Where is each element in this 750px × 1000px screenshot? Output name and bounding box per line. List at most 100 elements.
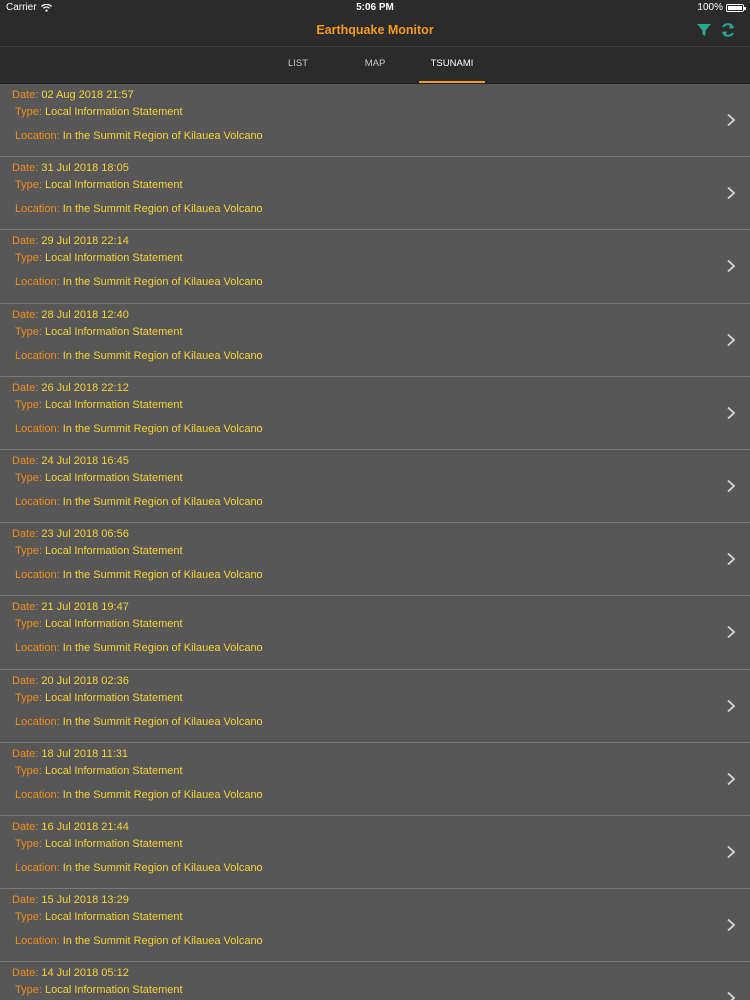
list-item[interactable]: Date: 18 Jul 2018 11:31 Type: Local Infor… — [0, 742, 750, 816]
list-item[interactable]: Date: 26 Jul 2018 22:12 Type: Local Infor… — [0, 376, 750, 450]
type-value: Local Information Statement — [44, 837, 183, 850]
date-value: 18 Jul 2018 11:31 — [41, 747, 129, 760]
location-value: In the Summit Region of Kilauea Volcano — [62, 203, 263, 216]
date-value: 21 Jul 2018 19:47 — [41, 601, 129, 614]
location-label: Location: — [15, 130, 60, 142]
item-date: Date: 24 Jul 2018 16:45 — [12, 455, 129, 467]
location-value: In the Summit Region of Kilauea Volcano — [62, 788, 263, 801]
list-item[interactable]: Date: 21 Jul 2018 19:47 Type: Local Infor… — [0, 596, 750, 670]
chevron-right-icon — [727, 333, 736, 346]
item-date: Date: 23 Jul 2018 06:56 — [12, 528, 129, 540]
type-label: Type: — [15, 252, 42, 265]
tsunami-list[interactable]: Date: 02 Aug 2018 21:57 Type: Local Infor… — [0, 84, 750, 1000]
location-label: Location: — [15, 276, 60, 289]
battery-icon — [726, 3, 746, 12]
item-date: Date: 26 Jul 2018 22:12 — [12, 382, 129, 394]
battery-info: 100% — [697, 2, 746, 13]
location-label: Location: — [15, 935, 60, 948]
chevron-right-icon — [727, 918, 736, 932]
tab-tsunami[interactable]: TSUNAMI — [419, 47, 485, 83]
chevron-right-icon — [727, 552, 736, 566]
type-label: Type: — [15, 545, 42, 558]
list-item[interactable]: Date: 28 Jul 2018 12:40 Type: Local Infor… — [0, 303, 750, 377]
item-type: Type: Local Information Statement — [15, 765, 183, 777]
list-item[interactable]: Date: 14 Jul 2018 05:12 Type: Local Infor… — [0, 962, 750, 1000]
date-value: 29 Jul 2018 22:14 — [41, 235, 129, 248]
location-value: In the Summit Region of Kilauea Volcano — [62, 130, 263, 142]
type-value: Local Information Statement — [44, 179, 183, 192]
type-value: Local Information Statement — [44, 545, 183, 558]
date-label: Date: — [12, 308, 39, 321]
nav-bar: Earthquake Monitor — [0, 16, 750, 47]
item-location: Location: In the Summit Region of Kilaue… — [15, 276, 263, 288]
chevron-right-icon — [727, 260, 736, 273]
date-label: Date: — [12, 747, 39, 760]
location-label: Location: — [15, 495, 60, 508]
refresh-icon[interactable] — [720, 22, 736, 38]
type-label: Type: — [15, 179, 42, 192]
item-date: Date: 29 Jul 2018 22:14 — [12, 235, 129, 247]
item-type: Type: Local Information Statement — [15, 252, 183, 264]
location-value: In the Summit Region of Kilauea Volcano — [62, 715, 263, 728]
list-item[interactable]: Date: 02 Aug 2018 21:57 Type: Local Infor… — [0, 84, 750, 158]
tab-map[interactable]: MAP — [342, 47, 408, 83]
location-label: Location: — [15, 349, 60, 362]
location-value: In the Summit Region of Kilauea Volcano — [62, 861, 263, 874]
date-value: 24 Jul 2018 16:45 — [41, 454, 129, 467]
tab-list[interactable]: LIST — [265, 47, 331, 83]
type-value: Local Information Statement — [44, 618, 183, 631]
location-value: In the Summit Region of Kilauea Volcano — [62, 642, 263, 655]
item-type: Type: Local Information Statement — [15, 838, 183, 850]
item-location: Location: In the Summit Region of Kilaue… — [15, 423, 263, 435]
list-item[interactable]: Date: 24 Jul 2018 16:45 Type: Local Infor… — [0, 449, 750, 524]
item-type: Type: Local Information Statement — [15, 692, 183, 704]
type-label: Type: — [15, 911, 42, 924]
date-label: Date: — [12, 454, 39, 467]
item-date: Date: 15 Jul 2018 13:29 — [12, 894, 129, 906]
item-date: Date: 14 Jul 2018 05:12 — [12, 967, 129, 979]
chevron-right-icon — [727, 406, 736, 419]
list-item[interactable]: Date: 15 Jul 2018 13:29 Type: Local Infor… — [0, 889, 750, 963]
item-date: Date: 28 Jul 2018 12:40 — [12, 309, 129, 321]
type-value: Local Information Statement — [44, 106, 183, 118]
date-value: 26 Jul 2018 22:12 — [41, 381, 129, 394]
list-item[interactable]: Date: 31 Jul 2018 18:05 Type: Local Infor… — [0, 157, 750, 231]
page-title: Earthquake Monitor — [316, 23, 434, 37]
date-label: Date: — [12, 162, 39, 175]
item-location: Location: In the Summit Region of Kilaue… — [15, 862, 263, 874]
location-label: Location: — [15, 715, 60, 728]
item-type: Type: Local Information Statement — [15, 472, 183, 484]
type-label: Type: — [15, 618, 42, 631]
date-label: Date: — [12, 89, 39, 101]
item-date: Date: 18 Jul 2018 11:31 — [12, 748, 128, 760]
list-item[interactable]: Date: 23 Jul 2018 06:56 Type: Local Infor… — [0, 523, 750, 597]
location-value: In the Summit Region of Kilauea Volcano — [62, 935, 263, 948]
item-location: Location: In the Summit Region of Kilaue… — [15, 350, 263, 362]
location-label: Location: — [15, 569, 60, 582]
status-time: 5:06 PM — [356, 2, 394, 13]
chevron-right-icon — [727, 479, 736, 493]
chevron-right-icon — [727, 187, 736, 200]
filter-icon[interactable] — [696, 22, 712, 38]
type-value: Local Information Statement — [44, 252, 183, 265]
type-label: Type: — [15, 691, 42, 704]
date-label: Date: — [12, 528, 39, 541]
chevron-right-icon — [727, 113, 736, 127]
item-type: Type: Local Information Statement — [15, 399, 183, 411]
chevron-right-icon — [727, 626, 736, 639]
list-item[interactable]: Date: 20 Jul 2018 02:36 Type: Local Infor… — [0, 669, 750, 743]
item-type: Type: Local Information Statement — [15, 984, 183, 996]
item-location: Location: In the Summit Region of Kilaue… — [15, 716, 263, 728]
list-item[interactable]: Date: 16 Jul 2018 21:44 Type: Local Infor… — [0, 815, 750, 890]
item-location: Location: In the Summit Region of Kilaue… — [15, 130, 263, 142]
item-location: Location: In the Summit Region of Kilaue… — [15, 569, 263, 581]
item-date: Date: 31 Jul 2018 18:05 — [12, 162, 129, 174]
item-type: Type: Local Information Statement — [15, 911, 183, 923]
type-label: Type: — [15, 398, 42, 411]
date-label: Date: — [12, 894, 39, 907]
tab-bar: LIST MAP TSUNAMI — [0, 47, 750, 84]
location-value: In the Summit Region of Kilauea Volcano — [62, 349, 263, 362]
date-label: Date: — [12, 820, 39, 833]
location-label: Location: — [15, 642, 60, 655]
list-item[interactable]: Date: 29 Jul 2018 22:14 Type: Local Infor… — [0, 230, 750, 304]
